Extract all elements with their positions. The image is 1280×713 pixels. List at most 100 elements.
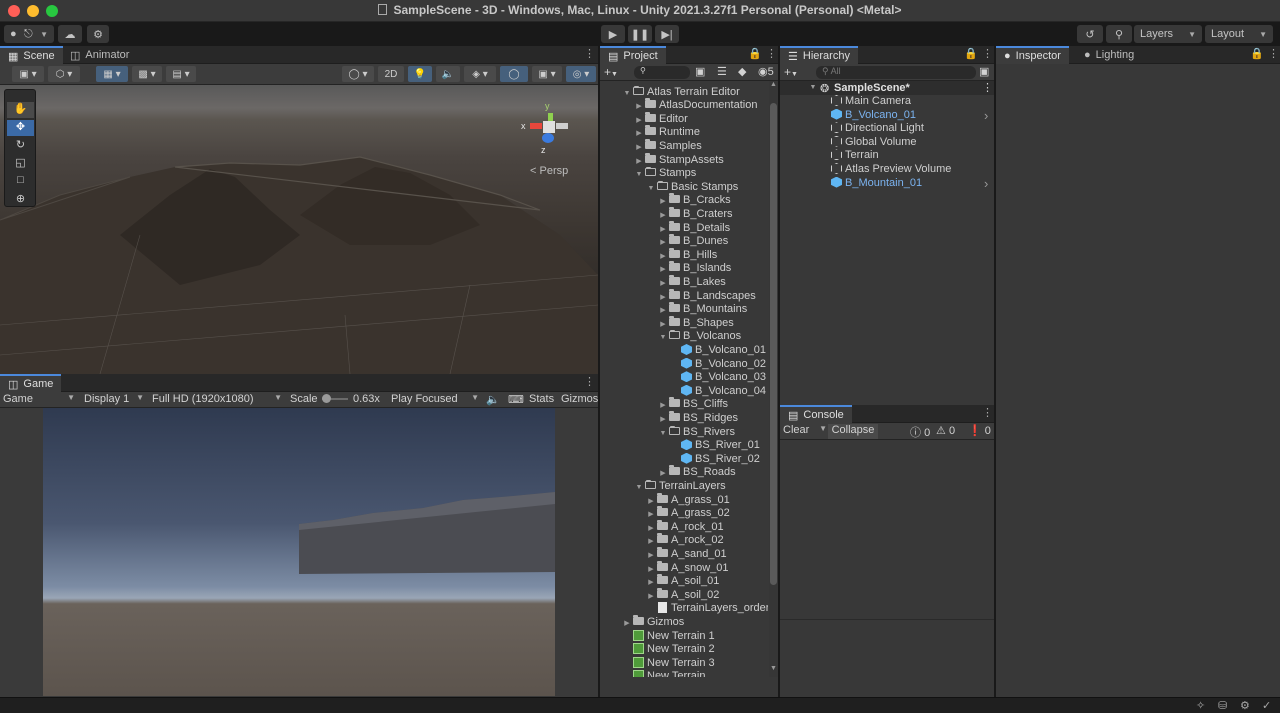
debug-mode-icon[interactable]: ⚙ <box>1240 699 1250 712</box>
collapsed-arrow-icon[interactable]: ▶ <box>646 508 656 522</box>
collapse-toggle[interactable]: Collapse <box>828 424 878 439</box>
gizmos-button[interactable]: ◎ ▾ <box>566 66 596 82</box>
keyboard-button[interactable]: ⌨ <box>508 393 524 406</box>
hand-tool-button[interactable]: ✋ <box>7 102 34 118</box>
cache-server-icon[interactable]: ⛁ <box>1218 699 1227 712</box>
project-tree-item[interactable]: ▶ B_Cracks <box>658 193 731 208</box>
open-prefab-icon[interactable]: › <box>984 176 988 191</box>
scroll-up-icon[interactable]: ▲ <box>770 81 777 88</box>
filter-type-button[interactable]: ▣ <box>695 65 705 78</box>
scene-viewport[interactable]: ✋ ✥ ↻ ◱ □ ⊕ y x z < Persp <box>0 85 598 374</box>
transform-tool-button[interactable]: ⊕ <box>7 192 34 206</box>
grid-snap-button[interactable]: ▦ ▾ <box>96 66 128 82</box>
collapsed-arrow-icon[interactable]: ▶ <box>658 304 668 318</box>
project-scrollbar[interactable]: ▲ ▼ <box>769 81 778 677</box>
visibility-toggle[interactable]: ◯ <box>500 66 528 82</box>
error-filter-toggle[interactable]: ❗ 0 <box>968 424 991 437</box>
tab-console[interactable]: ▤ Console <box>780 405 852 423</box>
project-tree-item[interactable]: BS_River_01 <box>670 439 760 453</box>
more-icon[interactable]: ⋮ <box>982 81 993 95</box>
layers-dropdown[interactable]: Layers ▼ <box>1134 25 1202 43</box>
display-dropdown[interactable]: Display 1 ▼ <box>84 393 144 405</box>
filter-label-button[interactable]: ☰ <box>717 65 727 78</box>
lock-icon[interactable]: 🔒 <box>964 47 978 60</box>
hierarchy-item[interactable]: Main Camera <box>830 95 990 109</box>
project-tree-item[interactable]: B_Volcano_01 <box>670 344 766 358</box>
project-tree-item[interactable]: ▼ BS_Rivers <box>658 425 735 440</box>
project-tree-item[interactable]: ▶ B_Hills <box>658 247 717 264</box>
collapsed-arrow-icon[interactable]: ▶ <box>658 291 668 305</box>
cloud-button[interactable]: ☁ <box>58 25 82 43</box>
project-tree-item[interactable]: ▶ Editor <box>634 111 688 127</box>
project-tree-item[interactable]: ▶ A_sand_01 <box>646 547 727 562</box>
expand-arrow-icon[interactable]: ▼ <box>634 481 644 495</box>
collapsed-arrow-icon[interactable]: ▶ <box>634 155 644 169</box>
project-tree-item[interactable]: ▼ Atlas Terrain Editor <box>622 85 740 101</box>
lighting-toggle[interactable]: 💡 <box>408 66 432 82</box>
play-button[interactable]: ▶ <box>601 25 625 43</box>
step-button[interactable]: ▶| <box>655 25 679 43</box>
more-icon[interactable]: ⋮ <box>766 47 777 60</box>
search-button[interactable]: ⚲ <box>1106 25 1132 43</box>
project-tree-item[interactable]: ▶ Samples <box>634 139 702 155</box>
collapsed-arrow-icon[interactable]: ▶ <box>646 563 656 577</box>
project-tree-item[interactable]: ▶ B_Dunes <box>658 234 728 249</box>
draw-mode-button[interactable]: ◯ ▾ <box>342 66 374 82</box>
effects-toggle[interactable]: ◈ ▾ <box>464 66 496 82</box>
auto-generate-lighting-icon[interactable]: ✧ <box>1196 699 1205 712</box>
project-tree-item[interactable]: B_Volcano_04 <box>670 384 766 399</box>
ruler-button[interactable]: ▤ ▾ <box>166 66 196 82</box>
lock-icon[interactable]: 🔒 <box>748 47 762 60</box>
tool-settings-button[interactable]: ▣ ▾ <box>12 66 44 82</box>
persp-label[interactable]: < Persp <box>530 165 568 177</box>
project-tree-item[interactable]: ▶ B_Shapes <box>658 315 734 331</box>
collapsed-arrow-icon[interactable]: ▶ <box>646 522 656 536</box>
hierarchy-item[interactable]: Global Volume <box>830 135 990 150</box>
lock-icon[interactable]: 🔒 <box>1250 47 1264 60</box>
collapsed-arrow-icon[interactable]: ▶ <box>646 535 656 549</box>
project-tree-item[interactable]: ▶ StampAssets <box>634 152 724 169</box>
hierarchy-item[interactable]: Terrain <box>830 149 990 163</box>
project-tree-item[interactable]: ▶ B_Details <box>658 220 730 236</box>
tab-animator[interactable]: ◫ Animator <box>62 46 137 64</box>
collapsed-arrow-icon[interactable]: ▶ <box>646 576 656 590</box>
scroll-down-icon[interactable]: ▼ <box>770 665 777 672</box>
orientation-button[interactable]: ⬡ ▾ <box>48 66 80 82</box>
resolution-dropdown[interactable]: Full HD (1920x1080) ▼ <box>152 393 282 405</box>
project-tree-item[interactable]: ▶ A_grass_01 <box>646 492 730 508</box>
scale-slider-handle[interactable] <box>322 394 331 403</box>
collapsed-arrow-icon[interactable]: ▶ <box>634 141 644 155</box>
project-tree-item[interactable]: ▶ BS_Ridges <box>658 411 738 426</box>
hierarchy-search-input[interactable]: ⚲ All <box>816 66 976 79</box>
scene-visibility-button[interactable]: ▣ <box>979 65 989 78</box>
project-tree-item[interactable]: ▶ A_snow_01 <box>646 560 729 577</box>
collapsed-arrow-icon[interactable]: ▶ <box>658 209 668 223</box>
tab-inspector[interactable]: ● Inspector <box>996 46 1069 64</box>
tab-hierarchy[interactable]: ☰ Hierarchy <box>780 46 858 64</box>
project-tree-item[interactable]: New Terrain <box>622 670 706 677</box>
create-object-button[interactable]: +▼ <box>784 65 798 79</box>
collapsed-arrow-icon[interactable]: ▶ <box>634 127 644 141</box>
services-button[interactable]: ⚙ <box>87 25 109 43</box>
project-tree-item[interactable]: ▶ A_rock_02 <box>646 533 724 549</box>
expand-arrow-icon[interactable]: ▼ <box>808 81 818 95</box>
project-tree-item[interactable]: ▶ B_Mountains <box>658 302 747 318</box>
collapsed-arrow-icon[interactable]: ▶ <box>658 250 668 264</box>
info-filter-toggle[interactable]: ⓘ 0 <box>910 424 930 440</box>
project-tree-item[interactable]: BS_River_02 <box>670 452 760 467</box>
project-tree-item[interactable]: B_Volcano_03 <box>670 371 766 385</box>
layout-dropdown[interactable]: Layout ▼ <box>1205 25 1273 43</box>
play-mode-dropdown[interactable]: Play Focused ▼ <box>391 393 479 405</box>
scale-tool-button[interactable]: ◱ <box>7 156 34 172</box>
pause-button[interactable]: ❚❚ <box>628 25 652 43</box>
project-tree-item[interactable]: ▶ AtlasDocumentation <box>634 98 757 113</box>
project-tree-item[interactable]: ▼ TerrainLayers <box>634 480 726 494</box>
scrollbar-thumb[interactable] <box>770 103 777 585</box>
project-tree-item[interactable]: ▼ Basic Stamps <box>646 180 738 195</box>
collapsed-arrow-icon[interactable]: ▶ <box>622 617 632 631</box>
more-icon[interactable]: ⋮ <box>584 47 595 60</box>
expand-arrow-icon[interactable]: ▼ <box>622 87 632 101</box>
project-tree-item[interactable]: ▶ B_Craters <box>658 207 733 223</box>
project-tree-item[interactable]: ▶ A_soil_02 <box>646 587 719 603</box>
more-icon[interactable]: ⋮ <box>1268 47 1279 60</box>
